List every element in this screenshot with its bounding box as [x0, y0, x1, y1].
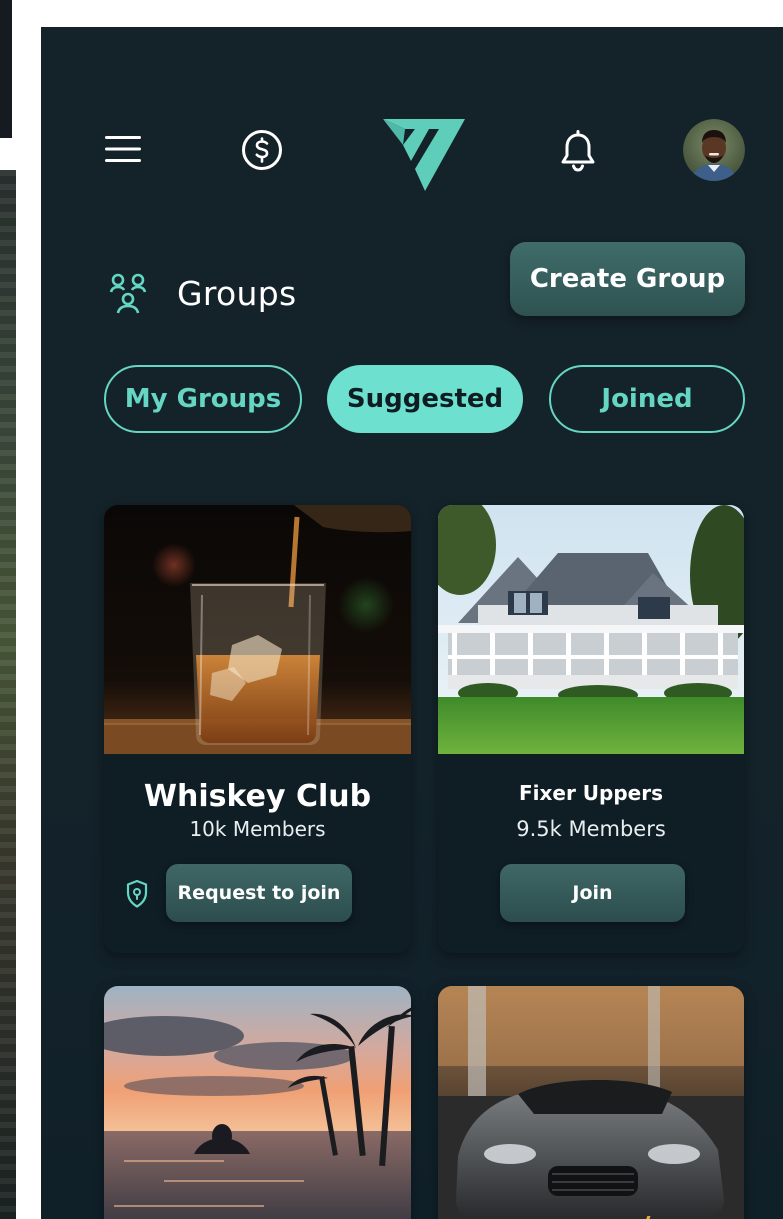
group-card-fixer-uppers[interactable]: Fixer Uppers 9.5k Members Join	[438, 505, 744, 953]
join-button[interactable]: Join	[500, 864, 685, 922]
top-navigation	[41, 27, 783, 247]
group-card-whiskey-club[interactable]: Whiskey Club 10k Members Request to join	[104, 505, 411, 953]
request-to-join-button[interactable]: Request to join	[166, 864, 352, 922]
brand-logo[interactable]	[381, 115, 467, 193]
group-title: Fixer Uppers	[518, 781, 663, 805]
background-photo-fragment	[0, 170, 16, 1219]
group-tabs: My Groups Suggested Joined	[41, 365, 783, 437]
whiskey-glass-photo	[104, 505, 411, 754]
tab-joined[interactable]: Joined	[549, 365, 745, 433]
groups-header: Groups Create Group	[41, 242, 783, 342]
sports-car-photo	[438, 986, 744, 1219]
group-title: Whiskey Club	[143, 779, 372, 814]
house-photo	[438, 505, 744, 754]
groups-screen: Groups Create Group My Groups Suggested …	[41, 27, 783, 1219]
member-count: 9.5k Members	[516, 817, 666, 841]
background-screen-fragment	[0, 0, 12, 138]
member-count: 10k Members	[189, 817, 326, 841]
create-group-button[interactable]: Create Group	[510, 242, 745, 316]
private-shield-icon	[124, 879, 150, 909]
beach-sunset-photo	[104, 986, 411, 1219]
user-avatar[interactable]	[683, 119, 745, 181]
page-title: Groups	[177, 274, 297, 313]
tab-suggested[interactable]: Suggested	[327, 365, 523, 433]
group-card-cars[interactable]	[438, 986, 744, 1219]
group-card-beach[interactable]	[104, 986, 411, 1219]
groups-icon	[107, 272, 151, 318]
tab-my-groups[interactable]: My Groups	[104, 365, 302, 433]
dollar-coin-icon[interactable]	[239, 127, 285, 173]
bell-icon[interactable]	[555, 127, 601, 177]
hamburger-menu-icon[interactable]	[101, 127, 145, 171]
